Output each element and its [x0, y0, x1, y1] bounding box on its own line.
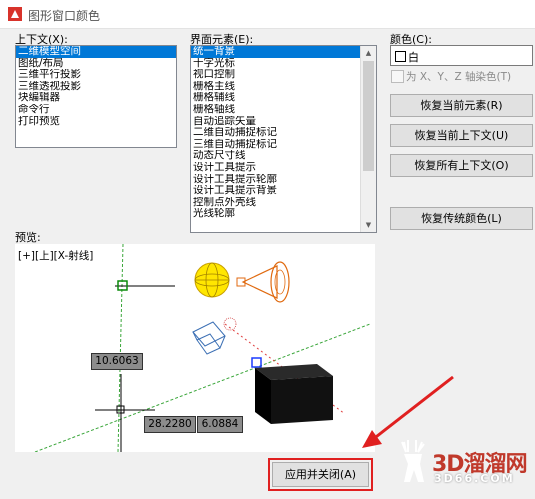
- watermark-url: 3D66.COM: [434, 472, 515, 485]
- interface-element-item[interactable]: 视口控制: [191, 69, 360, 81]
- viewport-label: [+][上][X-射线]: [18, 250, 94, 262]
- interface-element-item[interactable]: 光线轮廓: [191, 208, 360, 220]
- tint-axis-checkbox[interactable]: [391, 70, 404, 83]
- restore-current-element-button[interactable]: 恢复当前元素(R): [390, 94, 533, 117]
- interface-element-item[interactable]: 栅格辅线: [191, 92, 360, 104]
- interface-element-item[interactable]: 自动追踪矢量: [191, 116, 360, 128]
- dimension-input-3: 6.0884: [197, 416, 243, 433]
- color-swatch: [395, 51, 406, 62]
- camera-icon: [192, 317, 237, 355]
- restore-all-contexts-button[interactable]: 恢复所有上下文(O): [390, 154, 533, 177]
- dimension-input-1: 10.6063: [91, 353, 143, 370]
- context-list-item[interactable]: 三维透视投影: [16, 81, 176, 93]
- interface-element-item[interactable]: 统一背景: [191, 46, 360, 58]
- preview-label: 预览:: [15, 231, 41, 244]
- deer-logo-icon: [401, 440, 425, 482]
- interface-element-item[interactable]: 二维自动捕捉标记: [191, 127, 360, 139]
- scroll-up-icon[interactable]: ▲: [361, 46, 376, 60]
- elements-scrollbar[interactable]: ▲ ▼: [360, 46, 376, 232]
- interface-element-item[interactable]: 十字光标: [191, 58, 360, 70]
- annotation-highlight-box: [268, 458, 373, 491]
- scroll-thumb[interactable]: [363, 61, 374, 171]
- context-list-item[interactable]: 三维平行投影: [16, 69, 176, 81]
- interface-element-item[interactable]: 控制点外壳线: [191, 197, 360, 209]
- interface-element-item[interactable]: 设计工具提示轮廓: [191, 174, 360, 186]
- context-list-item[interactable]: 打印预览: [16, 116, 176, 128]
- app-icon: [8, 7, 22, 21]
- cube-object: [255, 364, 333, 424]
- watermark-logo: 3D溜溜网 3D66.COM: [390, 432, 530, 492]
- restore-classic-colors-button[interactable]: 恢复传统颜色(L): [390, 207, 533, 230]
- context-list[interactable]: 二维模型空间 图纸/布局 三维平行投影 三维透视投影 块编辑器 命令行 打印预览: [15, 45, 177, 148]
- spotlight-icon: [236, 261, 290, 303]
- interface-elements-list[interactable]: 统一背景 十字光标 视口控制 栅格主线 栅格辅线 栅格轴线 自动追踪矢量 二维自动捕捉标记 三维…: [190, 45, 377, 233]
- dimension-input-2: 28.2280: [144, 416, 196, 433]
- context-list-item[interactable]: 命令行: [16, 104, 176, 116]
- interface-element-item[interactable]: 栅格主线: [191, 81, 360, 93]
- restore-current-context-button[interactable]: 恢复当前上下文(U): [390, 124, 533, 147]
- interface-element-item[interactable]: 设计工具提示: [191, 162, 360, 174]
- interface-element-item[interactable]: 三维自动捕捉标记: [191, 139, 360, 151]
- title-bar: 图形窗口颜色: [0, 0, 535, 29]
- window-title: 图形窗口颜色: [28, 9, 101, 23]
- interface-element-item[interactable]: 设计工具提示背景: [191, 185, 360, 197]
- context-list-item[interactable]: 二维模型空间: [16, 46, 176, 58]
- scroll-down-icon[interactable]: ▼: [361, 218, 376, 232]
- tint-axis-label: 为 X、Y、Z 轴染色(T): [406, 71, 512, 83]
- preview-viewport: [+][上][X-射线] 10.6063 28.2280 6.0884: [15, 244, 375, 452]
- light-sphere-icon: [194, 262, 230, 298]
- interface-element-item[interactable]: 动态尺寸线: [191, 150, 360, 162]
- interface-element-item[interactable]: 栅格轴线: [191, 104, 360, 116]
- context-list-item[interactable]: 图纸/布局: [16, 58, 176, 70]
- color-value: 白: [408, 51, 419, 64]
- color-dropdown[interactable]: 白: [390, 45, 533, 66]
- context-list-item[interactable]: 块编辑器: [16, 92, 176, 104]
